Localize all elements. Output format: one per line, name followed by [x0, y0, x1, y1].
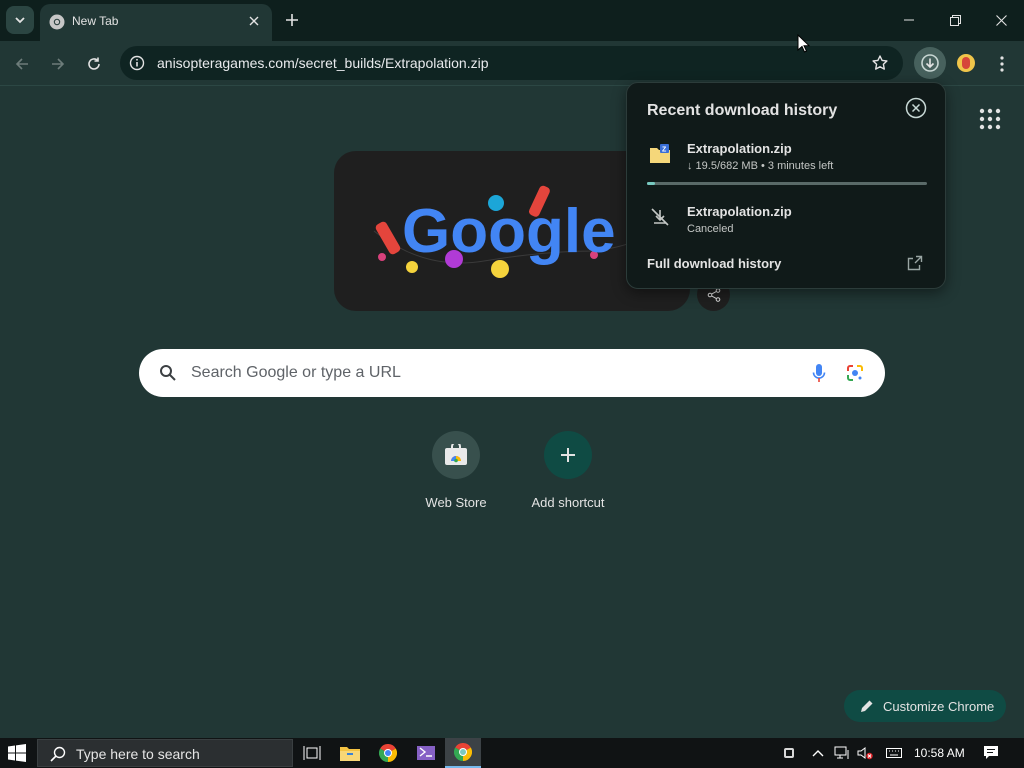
- chrome-menu-button[interactable]: [992, 52, 1012, 76]
- shortcut-web-store[interactable]: Web Store: [401, 431, 511, 521]
- arrow-right-icon: [52, 58, 65, 70]
- task-view-button[interactable]: [294, 738, 330, 768]
- taskbar-file-explorer[interactable]: [332, 738, 368, 768]
- notification-icon[interactable]: [983, 745, 999, 761]
- tab-title: New Tab: [72, 14, 119, 28]
- windows-start-icon[interactable]: [8, 744, 26, 762]
- taskbar-chrome[interactable]: [370, 738, 406, 768]
- download-status: ↓ 19.5/682 MB • 3 minutes left: [687, 160, 834, 172]
- search-placeholder[interactable]: Search Google or type a URL: [191, 364, 401, 382]
- google-apps-icon[interactable]: [978, 107, 1002, 131]
- full-download-history-link[interactable]: Full download history: [647, 256, 781, 271]
- close-icon: [995, 14, 1007, 26]
- tab-search-button[interactable]: [6, 6, 34, 34]
- reload-button[interactable]: [82, 52, 106, 76]
- taskbar-search-placeholder[interactable]: Type here to search: [76, 746, 200, 762]
- download-item-active[interactable]: Z Extrapolation.zip ↓ 19.5/682 MB • 3 mi…: [627, 139, 947, 185]
- download-filename: Extrapolation.zip: [687, 204, 792, 219]
- shortcut-label: Add shortcut: [531, 495, 605, 510]
- url-text[interactable]: anisopteragames.com/secret_builds/Extrap…: [157, 55, 489, 71]
- download-progress-fill: [647, 182, 656, 185]
- close-icon[interactable]: [905, 97, 927, 119]
- plus-icon: [561, 448, 575, 462]
- chevron-down-icon: [15, 17, 25, 24]
- arrow-left-icon: [15, 58, 28, 70]
- search-icon: [160, 365, 176, 381]
- back-button[interactable]: [10, 52, 34, 76]
- task-view-icon: [303, 746, 321, 760]
- search-icon: [50, 746, 66, 762]
- mouse-cursor-icon: [797, 34, 810, 53]
- minimize-button[interactable]: [896, 8, 922, 32]
- web-store-icon: [445, 444, 467, 465]
- taskbar-visual-studio[interactable]: [408, 738, 444, 768]
- reload-icon: [88, 57, 100, 70]
- restore-icon: [949, 14, 961, 26]
- windows-taskbar: Type here to search 10:58 AM: [0, 738, 1024, 768]
- customize-chrome-button[interactable]: Customize Chrome: [844, 690, 1006, 722]
- plus-icon: [286, 14, 298, 26]
- download-item-canceled[interactable]: Extrapolation.zip Canceled: [627, 202, 947, 248]
- close-window-button[interactable]: [988, 8, 1014, 32]
- chrome-icon: [379, 744, 397, 762]
- profile-avatar[interactable]: [957, 54, 975, 72]
- restore-button[interactable]: [942, 8, 968, 32]
- chrome-icon: [49, 14, 65, 30]
- bookmark-star-icon[interactable]: [871, 54, 889, 72]
- share-icon: [707, 287, 720, 302]
- chevron-up-icon[interactable]: [810, 746, 826, 760]
- volume-muted-icon[interactable]: [857, 746, 873, 760]
- download-bubble: Recent download history Z Extrapolation.…: [626, 82, 946, 289]
- new-tab-button[interactable]: [282, 10, 302, 30]
- tab-strip: New Tab: [0, 0, 1024, 41]
- taskbar-search-box[interactable]: Type here to search: [37, 739, 293, 767]
- shortcut-add[interactable]: Add shortcut: [513, 431, 623, 521]
- address-bar[interactable]: anisopteragames.com/secret_builds/Extrap…: [120, 46, 903, 80]
- download-off-icon: [651, 208, 669, 226]
- download-progress-icon: [921, 54, 939, 72]
- tab-new-tab[interactable]: New Tab: [40, 4, 272, 41]
- downloads-button[interactable]: [914, 47, 946, 79]
- site-info-icon[interactable]: [129, 55, 145, 71]
- taskbar-chrome-beta[interactable]: [445, 738, 481, 768]
- doodle-logo-text: Google: [402, 197, 616, 266]
- tab-close-button[interactable]: [246, 13, 262, 29]
- keyboard-icon[interactable]: [886, 746, 902, 760]
- download-bubble-title: Recent download history: [647, 102, 838, 119]
- more-vertical-icon: [1000, 56, 1004, 72]
- voice-search-icon[interactable]: [811, 363, 827, 385]
- visual-studio-icon: [417, 746, 435, 760]
- download-progress-bar: [647, 182, 927, 185]
- tray-app-icon[interactable]: [781, 746, 797, 760]
- close-icon: [249, 16, 259, 26]
- minimize-icon: [904, 19, 914, 21]
- pencil-icon: [861, 700, 873, 712]
- zip-file-icon: Z: [650, 144, 670, 163]
- ntp-search-box[interactable]: Search Google or type a URL: [139, 349, 885, 397]
- svg-text:Z: Z: [662, 147, 667, 154]
- taskbar-clock[interactable]: 10:58 AM: [914, 746, 965, 760]
- google-lens-icon[interactable]: [846, 364, 864, 382]
- network-icon[interactable]: [834, 746, 850, 760]
- customize-chrome-label: Customize Chrome: [883, 698, 995, 714]
- forward-button[interactable]: [46, 52, 70, 76]
- download-filename: Extrapolation.zip: [687, 141, 792, 156]
- browser-toolbar: anisopteragames.com/secret_builds/Extrap…: [0, 41, 1024, 86]
- shortcut-label: Web Store: [425, 495, 487, 510]
- download-status: Canceled: [687, 223, 734, 235]
- chrome-beta-icon: [454, 743, 472, 761]
- file-explorer-icon: [340, 747, 360, 761]
- open-in-new-icon[interactable]: [907, 255, 923, 271]
